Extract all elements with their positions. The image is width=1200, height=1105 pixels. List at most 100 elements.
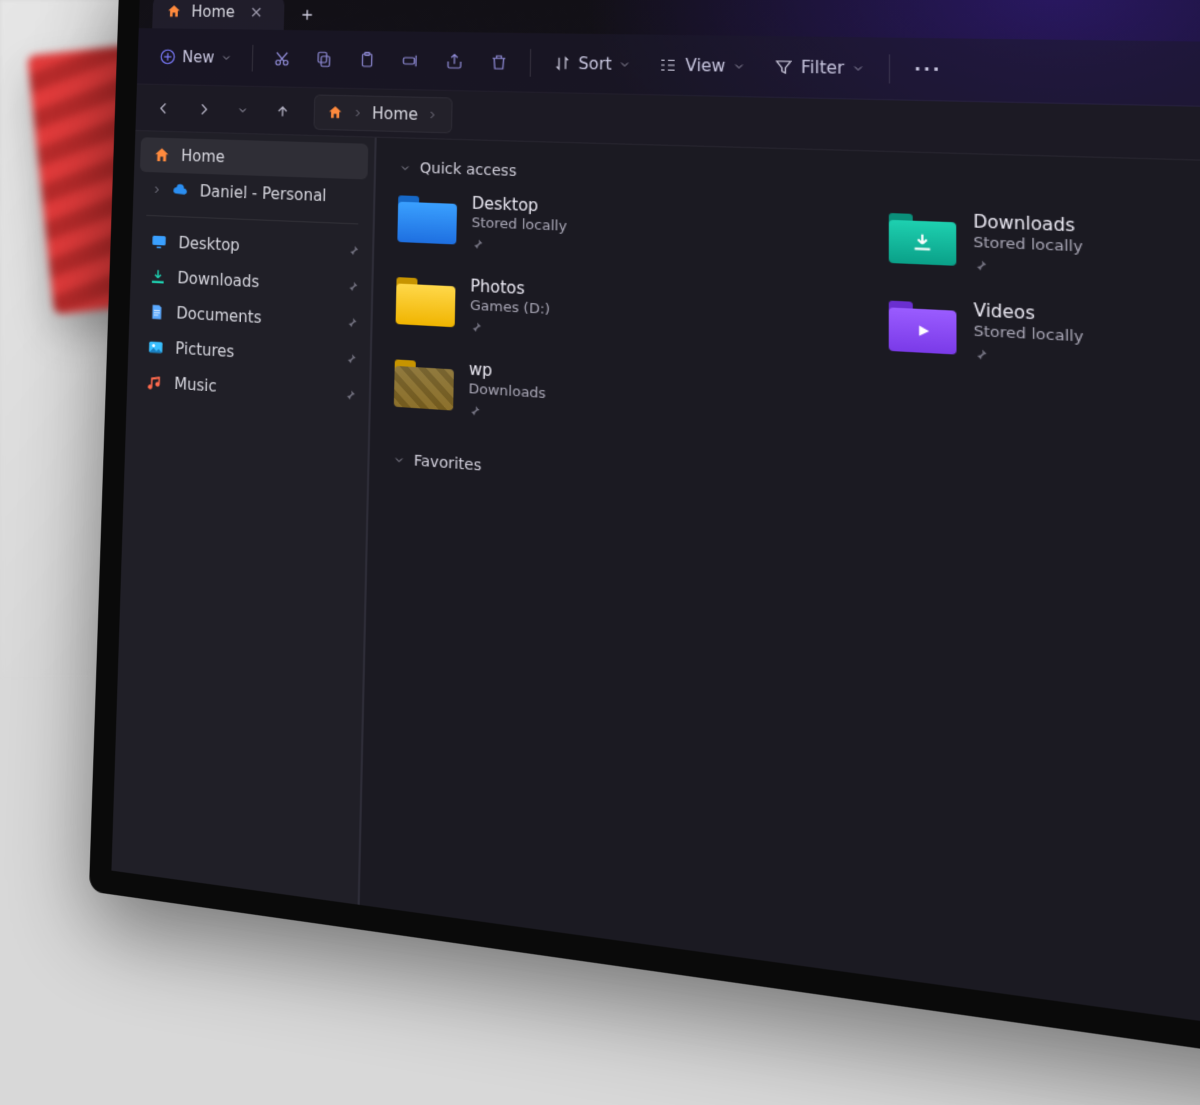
pin-icon xyxy=(974,347,1084,367)
quick-item-subtitle: Stored locally xyxy=(471,215,567,235)
sort-label: Sort xyxy=(578,53,612,73)
folder-icon xyxy=(397,191,457,244)
cut-button[interactable] xyxy=(262,39,301,77)
chevron-right-icon[interactable] xyxy=(151,183,163,196)
sort-icon xyxy=(552,53,572,73)
quick-item-title: Photos xyxy=(470,276,550,299)
chevron-down-icon xyxy=(220,51,232,63)
filter-button[interactable]: Filter xyxy=(762,46,878,88)
breadcrumb[interactable]: Home xyxy=(313,94,453,133)
chevron-right-icon xyxy=(426,108,439,121)
section-label: Favorites xyxy=(414,452,482,474)
onedrive-icon xyxy=(170,180,190,201)
quick-item-subtitle: Games (D:) xyxy=(470,298,550,318)
overflow-label: ··· xyxy=(914,59,942,80)
pin-icon xyxy=(345,352,358,366)
overflow-button[interactable]: ··· xyxy=(902,48,954,89)
documents-icon xyxy=(147,301,167,323)
delete-button[interactable] xyxy=(478,42,519,81)
quick-item-meta: Desktop Stored locally xyxy=(471,194,567,255)
quick-access-grid: Desktop Stored locally Downloads Stored … xyxy=(394,191,1200,487)
quick-item-meta: Photos Games (D:) xyxy=(470,276,551,338)
sidebar-item-onedrive[interactable]: Daniel - Personal xyxy=(133,172,374,216)
back-button[interactable] xyxy=(147,90,181,125)
tab-home[interactable]: Home xyxy=(152,0,285,30)
downloads-icon xyxy=(148,266,168,288)
filter-icon xyxy=(773,56,794,76)
new-plus-icon xyxy=(159,47,177,65)
pictures-icon xyxy=(146,336,166,358)
forward-button[interactable] xyxy=(186,91,220,127)
delete-icon xyxy=(489,52,509,71)
pin-icon xyxy=(344,388,357,402)
paste-icon xyxy=(357,50,376,69)
quick-item-meta: Downloads Stored locally xyxy=(973,211,1083,277)
share-button[interactable] xyxy=(434,42,475,81)
plus-icon xyxy=(299,7,316,24)
quick-item-meta: Videos Stored locally xyxy=(973,300,1083,367)
sidebar-item-label: Downloads xyxy=(177,269,259,292)
breadcrumb-home[interactable]: Home xyxy=(372,104,418,124)
sidebar: Home Daniel - Personal Desktop Downloads xyxy=(111,131,376,905)
sort-button[interactable]: Sort xyxy=(541,43,643,83)
folder-icon xyxy=(394,355,454,411)
chevron-right-icon xyxy=(351,106,364,119)
toolbar-separator xyxy=(889,54,890,83)
chevron-down-icon xyxy=(732,59,746,72)
pin-icon xyxy=(347,244,360,257)
copy-button[interactable] xyxy=(304,40,343,78)
view-button[interactable]: View xyxy=(647,45,757,86)
quick-item-title: Downloads xyxy=(973,211,1082,236)
pin-icon xyxy=(346,280,359,293)
pin-icon xyxy=(973,259,1083,278)
new-button[interactable]: New xyxy=(149,38,243,76)
quick-item-title: wp xyxy=(469,359,547,383)
quick-item-subtitle: Downloads xyxy=(468,381,546,402)
favorites-header[interactable]: Favorites xyxy=(393,451,1200,553)
view-label: View xyxy=(685,55,725,75)
section-label: Quick access xyxy=(420,160,517,180)
view-icon xyxy=(658,55,678,75)
arrow-left-icon xyxy=(156,100,172,117)
quick-item-photos[interactable]: Photos Games (D:) xyxy=(395,273,747,349)
quick-item-downloads[interactable]: Downloads Stored locally xyxy=(889,208,1200,286)
quick-item-title: Desktop xyxy=(472,194,568,217)
copy-icon xyxy=(315,49,334,68)
chevron-down-icon xyxy=(618,57,631,70)
pin-icon xyxy=(468,404,546,422)
home-icon xyxy=(152,145,172,166)
filter-label: Filter xyxy=(801,57,844,78)
cut-icon xyxy=(272,49,291,68)
sidebar-item-label: Daniel - Personal xyxy=(200,182,327,205)
close-icon[interactable] xyxy=(244,4,268,21)
music-icon xyxy=(145,372,165,394)
tab-label: Home xyxy=(191,3,235,22)
download-icon xyxy=(889,220,957,266)
explorer-body: Home Daniel - Personal Desktop Downloads xyxy=(111,131,1200,1071)
rename-button[interactable] xyxy=(390,41,430,79)
sidebar-item-label: Desktop xyxy=(178,234,240,255)
pin-icon xyxy=(345,316,358,329)
desktop-icon xyxy=(149,231,169,252)
rename-icon xyxy=(401,51,420,70)
arrow-right-icon xyxy=(195,100,211,117)
up-button[interactable] xyxy=(265,93,300,129)
paste-button[interactable] xyxy=(347,41,387,79)
monitor: Home New xyxy=(89,0,1200,1105)
chevron-down-icon xyxy=(399,162,412,175)
quick-item-videos[interactable]: Videos Stored locally xyxy=(889,296,1200,379)
sidebar-item-label: Pictures xyxy=(175,339,235,361)
quick-item-meta: wp Downloads xyxy=(468,359,546,422)
recent-button[interactable] xyxy=(225,92,260,128)
toolbar-separator xyxy=(251,44,253,71)
sidebar-item-label: Documents xyxy=(176,304,262,327)
home-icon xyxy=(327,104,344,121)
quick-item-wp[interactable]: wp Downloads xyxy=(394,355,748,436)
quick-item-desktop[interactable]: Desktop Stored locally xyxy=(397,191,748,262)
new-tab-button[interactable] xyxy=(290,0,325,30)
home-icon xyxy=(166,3,182,19)
toolbar-separator xyxy=(529,48,531,76)
chevron-down-icon xyxy=(393,453,406,467)
sidebar-item-label: Music xyxy=(174,374,217,396)
folder-icon xyxy=(889,296,957,355)
